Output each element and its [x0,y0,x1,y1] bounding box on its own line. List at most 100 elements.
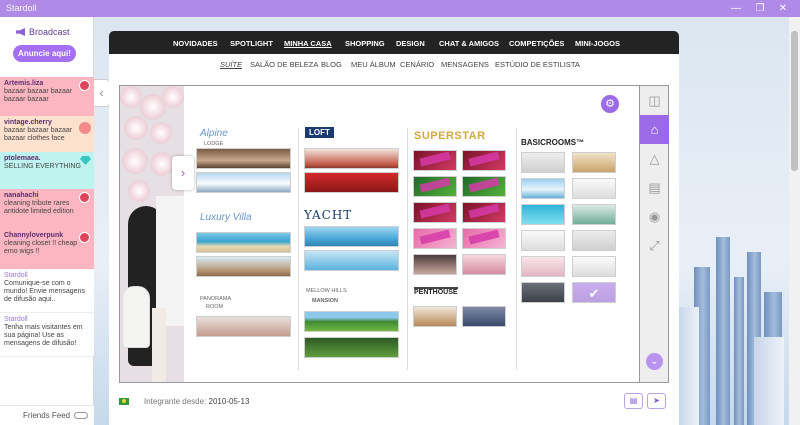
room-thumb-superstar[interactable] [413,176,457,197]
message-icon[interactable]: ▤ [624,393,643,409]
feed-user[interactable]: ptolemaea. [4,155,90,163]
restore-icon[interactable]: ❐ [753,2,767,15]
collapse-panel-button[interactable]: ‹ [94,79,110,107]
brand-panorama: PANORAMA [200,296,232,302]
feed-user[interactable]: vintage.cherry [4,119,90,127]
room-thumb-superstar[interactable] [462,254,506,275]
room-thumb-basic-selected[interactable]: ✔ [572,282,616,303]
room-thumb-basic[interactable] [572,152,616,173]
nav-competicoes[interactable]: COMPETIÇÕES [509,39,564,48]
nav-design[interactable]: DESIGN [396,39,425,48]
prev-arrow-button[interactable]: › [172,156,194,190]
building [754,337,784,425]
feed-message: SELLING EVERYTHING [4,163,81,170]
feed-item[interactable]: Stardoll Tenha mais visitantes em sua pá… [0,313,94,357]
nav-shopping[interactable]: SHOPPING [345,39,385,48]
room-thumb-basic[interactable] [521,256,565,277]
feed-message: Tenha mais visitantes em sua página! Use… [4,324,83,347]
main-window: NOVIDADES SPOTLIGHT MINHA CASA SHOPPING … [109,31,679,425]
nav-mini-jogos[interactable]: MINI-JOGOS [575,39,620,48]
room-thumb-basic[interactable] [572,230,616,251]
subnav-meu-album[interactable]: MEU ÁLBUM [351,60,396,69]
room-thumb-loft-2[interactable] [304,172,399,193]
brand-alpine: Alpine [200,128,228,139]
subnav-mensagens[interactable]: MENSAGENS [441,60,489,69]
room-thumb-superstar[interactable] [413,254,457,275]
room-thumb-yacht-1[interactable] [304,226,399,247]
room-thumb-superstar[interactable] [462,228,506,249]
brand-luxury-villa: Luxury Villa [200,212,252,223]
page-scrollbar[interactable] [789,17,800,425]
hanger-icon[interactable]: △ [640,144,669,173]
home-icon[interactable]: ⌂ [640,115,669,144]
subnav-suite[interactable]: SUÍTE [220,60,242,69]
room-thumb-villa-1[interactable] [196,232,291,253]
top-nav: NOVIDADES SPOTLIGHT MINHA CASA SHOPPING … [109,31,679,54]
room-thumb-superstar[interactable] [413,150,457,171]
room-thumb-basic[interactable] [572,204,616,225]
friends-feed-label: Friends Feed [23,411,71,420]
room-thumb-loft-1[interactable] [304,148,399,169]
close-icon[interactable]: ✕ [776,2,790,15]
room-thumb-penthouse-2[interactable] [462,306,506,327]
subnav-blog[interactable]: BLOG [321,60,342,69]
feed-item[interactable]: ptolemaea. SELLING EVERYTHING [0,152,94,189]
feed-item[interactable]: Channyloverpunk cleaning closet !! cheap… [0,229,94,269]
brand-penthouse: PENTHOUSE [414,287,458,296]
room-thumb-superstar[interactable] [413,202,457,223]
window-titlebar: Stardoll — ❐ ✕ [0,0,800,17]
subnav-cenario[interactable]: CENÁRIO [400,60,434,69]
friends-feed-toggle[interactable] [74,412,88,419]
room-thumb-superstar[interactable] [462,150,506,171]
room-thumb-alpine-1[interactable] [196,148,291,169]
room-thumb-basic[interactable] [521,230,565,251]
feed-item[interactable]: Artemis.liza bazaar bazaar bazaar bazaar… [0,77,94,116]
room-thumb-basic[interactable] [521,204,565,225]
room-thumb-basic[interactable] [521,152,565,173]
room-thumb-villa-2[interactable] [196,256,291,277]
brand-alpine-sub: LODGE [204,141,224,147]
room-thumb-penthouse-1[interactable] [413,306,457,327]
room-thumb-basic[interactable] [521,178,565,199]
sofa-icon[interactable]: ▤ [640,173,669,202]
room-thumb-basic[interactable] [572,178,616,199]
nav-chat-amigos[interactable]: CHAT & AMIGOS [439,39,499,48]
feed-item[interactable]: Stardoll Comunique-se com o mundo! Envie… [0,269,94,313]
room-thumb-superstar[interactable] [462,176,506,197]
feed-message: bazaar bazaar bazaar bazaar bazaar [4,88,73,103]
subnav-salao[interactable]: SALÃO DE BELEZA [250,60,318,69]
room-thumb-basic[interactable] [521,282,565,303]
room-thumb-mansion-1[interactable] [304,311,399,332]
share-icon[interactable]: ➤ [647,393,666,409]
shopping-bag-icon[interactable]: ◫ [640,86,669,115]
room-thumb-basic[interactable] [572,256,616,277]
nav-spotlight[interactable]: SPOTLIGHT [230,39,273,48]
fullscreen-icon[interactable]: ⤢ [640,231,669,260]
feed-item[interactable]: nanahachi cleaning tribute rares antidot… [0,189,94,229]
feed-user[interactable]: nanahachi [4,192,90,200]
scrollbar-thumb[interactable] [791,31,798,171]
feed-user[interactable]: Artemis.liza [4,80,90,88]
nav-minha-casa[interactable]: MINHA CASA [284,39,332,48]
nav-novidades[interactable]: NOVIDADES [173,39,218,48]
feed-user[interactable]: Stardoll [4,316,90,324]
chevron-down-icon[interactable]: ⌄ [646,353,663,370]
room-thumb-alpine-2[interactable] [196,172,291,193]
room-thumb-superstar[interactable] [413,228,457,249]
room-thumb-mansion-2[interactable] [304,337,399,358]
feed-user[interactable]: Stardoll [4,272,90,280]
room-thumb-yacht-2[interactable] [304,250,399,271]
minimize-icon[interactable]: — [729,2,743,15]
room-thumb-superstar[interactable] [462,202,506,223]
feed-item[interactable]: vintage.cherry bazaar bazaar bazaar baza… [0,116,94,152]
camera-icon[interactable]: ◉ [640,202,669,231]
feed-user[interactable]: Channyloverpunk [4,232,90,240]
announce-button[interactable]: Anuncie aqui! [13,45,76,62]
subnav-estudio[interactable]: ESTÚDIO DE ESTILISTA [495,60,580,69]
room-thumb-panorama[interactable] [196,316,291,337]
building [679,307,699,425]
gear-icon[interactable]: ⚙ [601,95,619,113]
decor-illustration [120,86,184,382]
notification-badge-icon [79,192,90,203]
feed-message: cleaning closet !! cheap emo wigs !! [4,240,78,255]
